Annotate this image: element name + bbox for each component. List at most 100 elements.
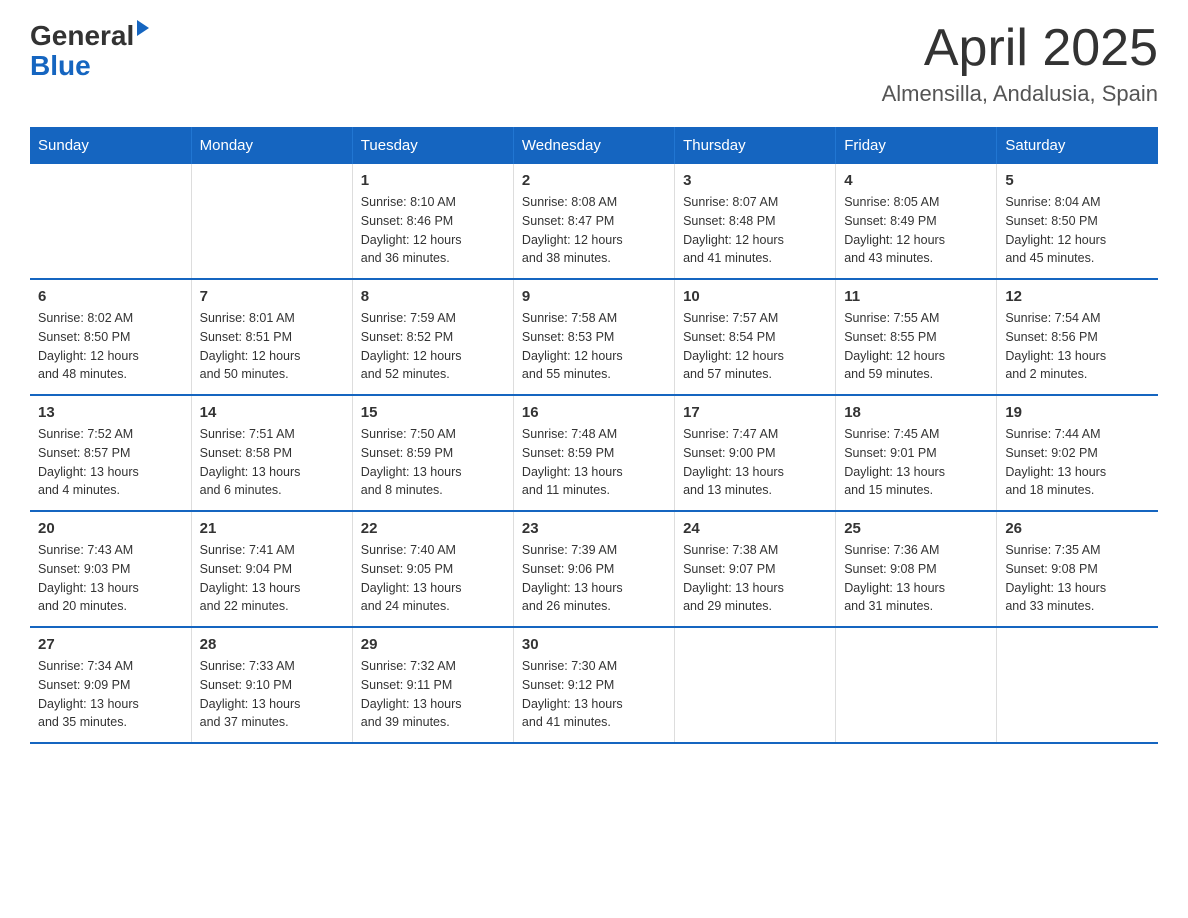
calendar-week-row: 20 Sunrise: 7:43 AM Sunset: 9:03 PM Dayli… (30, 511, 1158, 627)
calendar-cell: 30 Sunrise: 7:30 AM Sunset: 9:12 PM Dayli… (513, 627, 674, 743)
day-number: 16 (522, 404, 666, 421)
day-info: Sunrise: 7:58 AM Sunset: 8:53 PM Dayligh… (522, 309, 666, 384)
day-number: 9 (522, 288, 666, 305)
weekday-header-thursday: Thursday (675, 127, 836, 164)
calendar-cell: 25 Sunrise: 7:36 AM Sunset: 9:08 PM Dayli… (836, 511, 997, 627)
day-number: 25 (844, 520, 988, 537)
weekday-header-saturday: Saturday (997, 127, 1158, 164)
calendar-week-row: 13 Sunrise: 7:52 AM Sunset: 8:57 PM Dayli… (30, 395, 1158, 511)
day-info: Sunrise: 7:44 AM Sunset: 9:02 PM Dayligh… (1005, 425, 1150, 500)
day-number: 15 (361, 404, 505, 421)
page-header: General Blue April 2025 Almensilla, Anda… (30, 20, 1158, 107)
calendar-cell: 4 Sunrise: 8:05 AM Sunset: 8:49 PM Daylig… (836, 164, 997, 279)
day-number: 10 (683, 288, 827, 305)
day-number: 28 (200, 636, 344, 653)
day-info: Sunrise: 8:04 AM Sunset: 8:50 PM Dayligh… (1005, 193, 1150, 268)
calendar-cell: 26 Sunrise: 7:35 AM Sunset: 9:08 PM Dayli… (997, 511, 1158, 627)
day-number: 19 (1005, 404, 1150, 421)
day-number: 17 (683, 404, 827, 421)
day-number: 4 (844, 172, 988, 189)
day-number: 13 (38, 404, 183, 421)
calendar-week-row: 6 Sunrise: 8:02 AM Sunset: 8:50 PM Daylig… (30, 279, 1158, 395)
calendar-cell: 5 Sunrise: 8:04 AM Sunset: 8:50 PM Daylig… (997, 164, 1158, 279)
day-info: Sunrise: 7:32 AM Sunset: 9:11 PM Dayligh… (361, 657, 505, 732)
day-number: 29 (361, 636, 505, 653)
calendar-cell: 22 Sunrise: 7:40 AM Sunset: 9:05 PM Dayli… (352, 511, 513, 627)
day-info: Sunrise: 7:55 AM Sunset: 8:55 PM Dayligh… (844, 309, 988, 384)
calendar-cell (191, 164, 352, 279)
calendar-cell: 16 Sunrise: 7:48 AM Sunset: 8:59 PM Dayli… (513, 395, 674, 511)
title-section: April 2025 Almensilla, Andalusia, Spain (882, 20, 1158, 107)
day-number: 27 (38, 636, 183, 653)
day-info: Sunrise: 7:36 AM Sunset: 9:08 PM Dayligh… (844, 541, 988, 616)
day-info: Sunrise: 8:05 AM Sunset: 8:49 PM Dayligh… (844, 193, 988, 268)
calendar-cell: 9 Sunrise: 7:58 AM Sunset: 8:53 PM Daylig… (513, 279, 674, 395)
day-number: 5 (1005, 172, 1150, 189)
day-info: Sunrise: 7:50 AM Sunset: 8:59 PM Dayligh… (361, 425, 505, 500)
day-info: Sunrise: 7:43 AM Sunset: 9:03 PM Dayligh… (38, 541, 183, 616)
day-number: 26 (1005, 520, 1150, 537)
calendar-cell: 18 Sunrise: 7:45 AM Sunset: 9:01 PM Dayli… (836, 395, 997, 511)
day-number: 7 (200, 288, 344, 305)
day-info: Sunrise: 7:30 AM Sunset: 9:12 PM Dayligh… (522, 657, 666, 732)
logo-general-text: General (30, 20, 134, 52)
day-info: Sunrise: 7:34 AM Sunset: 9:09 PM Dayligh… (38, 657, 183, 732)
calendar-cell: 12 Sunrise: 7:54 AM Sunset: 8:56 PM Dayli… (997, 279, 1158, 395)
weekday-header-friday: Friday (836, 127, 997, 164)
calendar-cell: 8Sunrise: 7:59 AM Sunset: 8:52 PM Daylig… (352, 279, 513, 395)
calendar-subtitle: Almensilla, Andalusia, Spain (882, 81, 1158, 107)
weekday-header-tuesday: Tuesday (352, 127, 513, 164)
calendar-cell: 29 Sunrise: 7:32 AM Sunset: 9:11 PM Dayli… (352, 627, 513, 743)
calendar-cell: 3 Sunrise: 8:07 AM Sunset: 8:48 PM Daylig… (675, 164, 836, 279)
calendar-week-row: 27 Sunrise: 7:34 AM Sunset: 9:09 PM Dayli… (30, 627, 1158, 743)
calendar-cell: 13 Sunrise: 7:52 AM Sunset: 8:57 PM Dayli… (30, 395, 191, 511)
day-number: 14 (200, 404, 344, 421)
calendar-cell: 15 Sunrise: 7:50 AM Sunset: 8:59 PM Dayli… (352, 395, 513, 511)
day-info: Sunrise: 7:38 AM Sunset: 9:07 PM Dayligh… (683, 541, 827, 616)
day-info: Sunrise: 8:07 AM Sunset: 8:48 PM Dayligh… (683, 193, 827, 268)
calendar-cell: 20 Sunrise: 7:43 AM Sunset: 9:03 PM Dayli… (30, 511, 191, 627)
day-info: Sunrise: 8:08 AM Sunset: 8:47 PM Dayligh… (522, 193, 666, 268)
calendar-cell: 19 Sunrise: 7:44 AM Sunset: 9:02 PM Dayli… (997, 395, 1158, 511)
day-number: 24 (683, 520, 827, 537)
calendar-cell: 28Sunrise: 7:33 AM Sunset: 9:10 PM Dayli… (191, 627, 352, 743)
calendar-cell (836, 627, 997, 743)
logo: General Blue (30, 20, 149, 80)
day-number: 2 (522, 172, 666, 189)
weekday-header-wednesday: Wednesday (513, 127, 674, 164)
day-info: Sunrise: 7:45 AM Sunset: 9:01 PM Dayligh… (844, 425, 988, 500)
calendar-cell (675, 627, 836, 743)
calendar-cell: 1 Sunrise: 8:10 AM Sunset: 8:46 PM Daylig… (352, 164, 513, 279)
day-info: Sunrise: 7:35 AM Sunset: 9:08 PM Dayligh… (1005, 541, 1150, 616)
day-number: 6 (38, 288, 183, 305)
day-info: Sunrise: 7:48 AM Sunset: 8:59 PM Dayligh… (522, 425, 666, 500)
day-number: 18 (844, 404, 988, 421)
day-info: Sunrise: 7:40 AM Sunset: 9:05 PM Dayligh… (361, 541, 505, 616)
calendar-cell: 6 Sunrise: 8:02 AM Sunset: 8:50 PM Daylig… (30, 279, 191, 395)
calendar-header: SundayMondayTuesdayWednesdayThursdayFrid… (30, 127, 1158, 164)
day-info: Sunrise: 8:02 AM Sunset: 8:50 PM Dayligh… (38, 309, 183, 384)
day-number: 22 (361, 520, 505, 537)
logo-triangle-icon (137, 20, 149, 36)
day-info: Sunrise: 8:10 AM Sunset: 8:46 PM Dayligh… (361, 193, 505, 268)
calendar-cell (997, 627, 1158, 743)
day-number: 12 (1005, 288, 1150, 305)
day-number: 21 (200, 520, 344, 537)
day-number: 1 (361, 172, 505, 189)
day-number: 3 (683, 172, 827, 189)
calendar-cell: 7Sunrise: 8:01 AM Sunset: 8:51 PM Daylig… (191, 279, 352, 395)
day-info: Sunrise: 7:47 AM Sunset: 9:00 PM Dayligh… (683, 425, 827, 500)
day-number: 20 (38, 520, 183, 537)
day-info: Sunrise: 7:41 AM Sunset: 9:04 PM Dayligh… (200, 541, 344, 616)
calendar-cell: 14Sunrise: 7:51 AM Sunset: 8:58 PM Dayli… (191, 395, 352, 511)
day-info: Sunrise: 7:52 AM Sunset: 8:57 PM Dayligh… (38, 425, 183, 500)
calendar-cell: 23Sunrise: 7:39 AM Sunset: 9:06 PM Dayli… (513, 511, 674, 627)
day-number: 30 (522, 636, 666, 653)
day-number: 8 (361, 288, 505, 305)
weekday-header-sunday: Sunday (30, 127, 191, 164)
calendar-cell: 24 Sunrise: 7:38 AM Sunset: 9:07 PM Dayli… (675, 511, 836, 627)
weekday-header-monday: Monday (191, 127, 352, 164)
day-info: Sunrise: 7:54 AM Sunset: 8:56 PM Dayligh… (1005, 309, 1150, 384)
calendar-cell (30, 164, 191, 279)
calendar-cell: 27 Sunrise: 7:34 AM Sunset: 9:09 PM Dayli… (30, 627, 191, 743)
